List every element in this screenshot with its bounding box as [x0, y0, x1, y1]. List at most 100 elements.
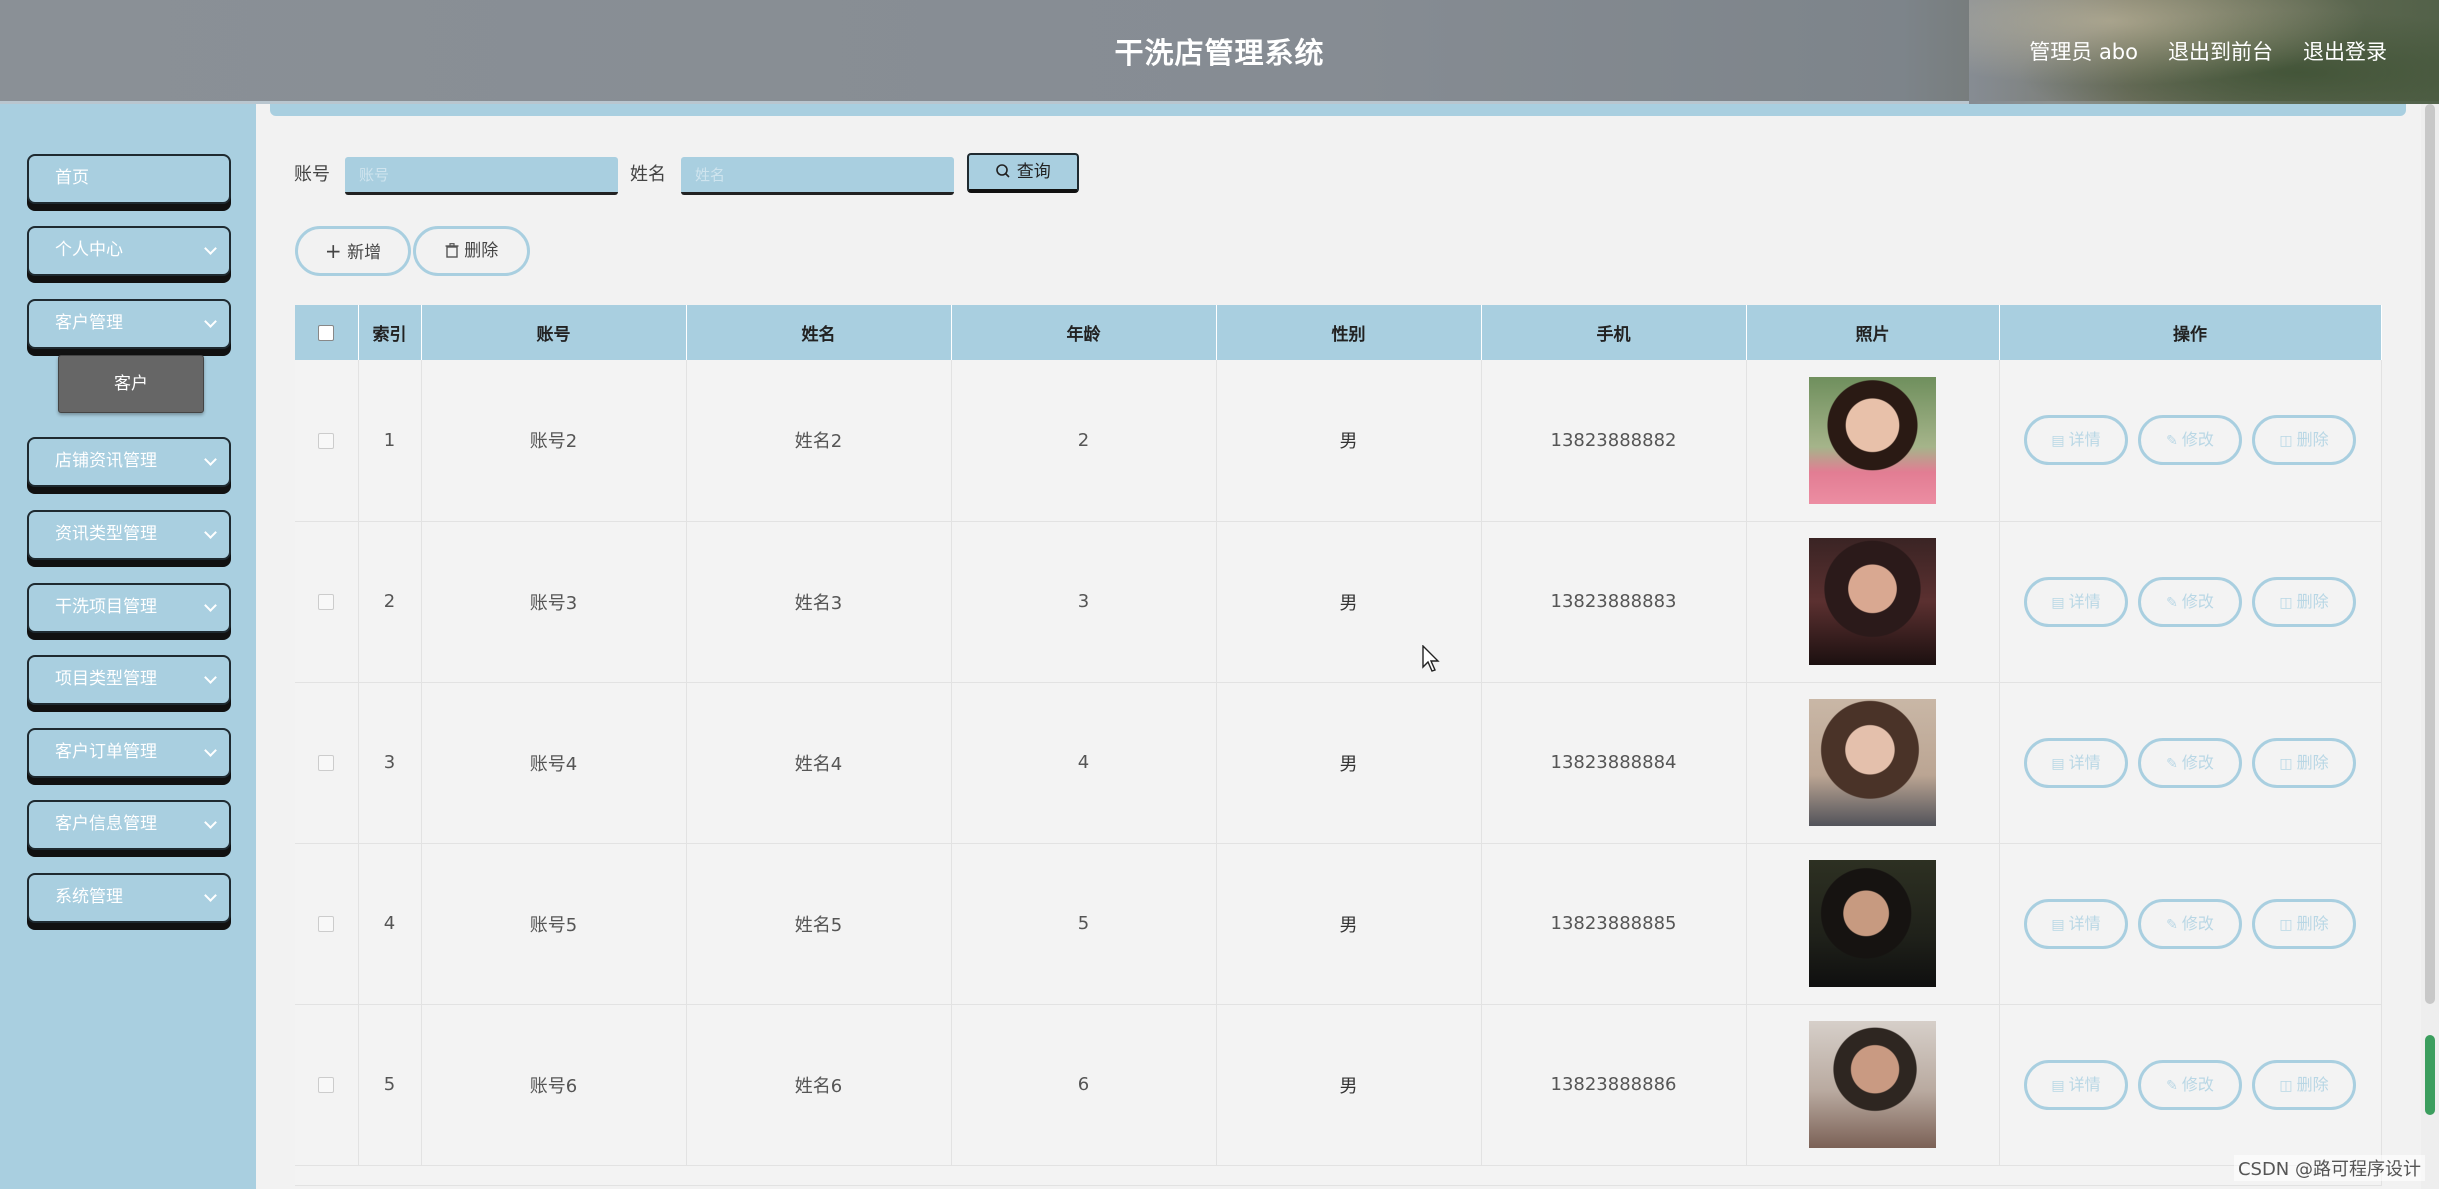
trash-icon: ◫ — [2279, 433, 2293, 450]
trash-icon: ◫ — [2279, 1077, 2293, 1094]
add-button[interactable]: + 新增 — [295, 226, 411, 276]
delete-label: 删除 — [2296, 1074, 2329, 1094]
query-button[interactable]: 查询 — [967, 153, 1079, 193]
edit-button[interactable]: ✎ 修改 — [2138, 737, 2242, 788]
document-icon: ▤ — [2051, 916, 2065, 933]
cell-gender: 男 — [1216, 843, 1482, 1005]
row-select-cell[interactable] — [295, 682, 359, 844]
customer-photo[interactable] — [1809, 860, 1936, 987]
logout-link[interactable]: 退出登录 — [2303, 36, 2387, 66]
row-checkbox[interactable] — [318, 432, 335, 449]
detail-button[interactable]: ▤ 详情 — [2024, 1059, 2128, 1110]
row-checkbox[interactable] — [318, 755, 335, 771]
account-search-input[interactable] — [345, 157, 618, 195]
name-search-input[interactable] — [681, 157, 954, 195]
detail-button[interactable]: ▤ 详情 — [2024, 415, 2128, 466]
detail-label: 详情 — [2068, 752, 2101, 772]
detail-label: 详情 — [2068, 1074, 2101, 1094]
sidebar-item-home[interactable]: 首页 — [27, 154, 231, 204]
column-header: 操作 — [1999, 305, 2382, 360]
document-icon: ▤ — [2051, 1077, 2065, 1094]
delete-button[interactable]: ◫ 删除 — [2252, 576, 2356, 627]
mouse-cursor-icon — [1422, 645, 1440, 672]
header-nav: 管理员 abo 退出到前台 退出登录 — [2029, 36, 2387, 66]
sidebar-item-shop-news[interactable]: 店铺资讯管理 — [27, 437, 231, 487]
sidebar: 首页 个人中心 客户管理 客户 店铺资讯管理 资讯类型管理 干洗项目管理 项目类… — [0, 104, 256, 1189]
batch-delete-button[interactable]: 删除 — [413, 226, 530, 276]
edit-button[interactable]: ✎ 修改 — [2138, 415, 2242, 466]
trash-icon: ◫ — [2279, 916, 2293, 933]
row-select-cell[interactable] — [295, 360, 359, 522]
cell-account: 账号2 — [421, 360, 687, 522]
cell-name: 姓名3 — [686, 521, 952, 683]
trash-icon — [445, 243, 459, 258]
column-header: 账号 — [421, 305, 687, 360]
cell-phone: 13823888885 — [1481, 843, 1747, 1005]
scroll-indicator — [2425, 1035, 2435, 1115]
row-checkbox[interactable] — [318, 594, 335, 610]
cell-actions: ▤ 详情 ✎ 修改 ◫ 删除 — [1999, 360, 2382, 522]
delete-button[interactable]: ◫ 删除 — [2252, 415, 2356, 466]
chevron-down-icon — [204, 599, 217, 612]
cell-photo — [1746, 521, 2000, 683]
delete-button[interactable]: ◫ 删除 — [2252, 1059, 2356, 1110]
cell-age: 6 — [951, 1004, 1217, 1166]
detail-label: 详情 — [2068, 591, 2101, 611]
sidebar-item-news-type[interactable]: 资讯类型管理 — [27, 510, 231, 560]
customer-photo[interactable] — [1809, 1021, 1936, 1148]
edit-button[interactable]: ✎ 修改 — [2138, 898, 2242, 949]
cell-age: 3 — [951, 521, 1217, 683]
cell-phone: 13823888882 — [1481, 360, 1747, 522]
column-header: 性别 — [1216, 305, 1482, 360]
detail-button[interactable]: ▤ 详情 — [2024, 576, 2128, 627]
page-scrollbar[interactable] — [2421, 104, 2439, 1189]
column-header: 姓名 — [686, 305, 952, 360]
edit-button[interactable]: ✎ 修改 — [2138, 1059, 2242, 1110]
scrollbar-thumb[interactable] — [2425, 104, 2435, 1004]
customer-photo[interactable] — [1809, 376, 1936, 504]
cell-phone: 13823888883 — [1481, 521, 1747, 683]
sidebar-item-label: 干洗项目管理 — [55, 597, 157, 617]
row-select-cell[interactable] — [295, 1004, 359, 1166]
sidebar-item-personal-center[interactable]: 个人中心 — [27, 226, 231, 276]
sidebar-item-label: 个人中心 — [55, 240, 123, 260]
row-checkbox[interactable] — [318, 1077, 335, 1093]
row-select-cell[interactable] — [295, 843, 359, 1005]
sidebar-item-customer-orders[interactable]: 客户订单管理 — [27, 728, 231, 778]
sidebar-item-customer-info[interactable]: 客户信息管理 — [27, 800, 231, 850]
delete-button[interactable]: ◫ 删除 — [2252, 737, 2356, 788]
delete-button[interactable]: ◫ 删除 — [2252, 898, 2356, 949]
select-all-header[interactable] — [295, 305, 359, 360]
sidebar-item-item-type[interactable]: 项目类型管理 — [27, 655, 231, 705]
customer-photo[interactable] — [1809, 538, 1936, 665]
cell-account: 账号5 — [421, 843, 687, 1005]
sidebar-item-customer-management[interactable]: 客户管理 — [27, 299, 231, 349]
detail-button[interactable]: ▤ 详情 — [2024, 737, 2128, 788]
sidebar-subitem-customer[interactable]: 客户 — [58, 355, 204, 413]
sidebar-item-label: 项目类型管理 — [55, 669, 157, 689]
chevron-down-icon — [204, 315, 217, 328]
sidebar-item-dry-clean-items[interactable]: 干洗项目管理 — [27, 583, 231, 633]
table-row-partial — [295, 1165, 2382, 1186]
search-icon — [996, 164, 1010, 178]
sidebar-item-label: 资讯类型管理 — [55, 524, 157, 544]
cell-actions: ▤ 详情 ✎ 修改 ◫ 删除 — [1999, 843, 2382, 1005]
detail-label: 详情 — [2068, 913, 2101, 933]
row-checkbox[interactable] — [318, 916, 335, 932]
row-select-cell[interactable] — [295, 521, 359, 683]
edit-button[interactable]: ✎ 修改 — [2138, 576, 2242, 627]
cell-index: 3 — [358, 682, 422, 844]
customer-photo[interactable] — [1809, 699, 1936, 826]
exit-to-frontend-link[interactable]: 退出到前台 — [2168, 36, 2273, 66]
cell-name: 姓名4 — [686, 682, 952, 844]
column-header: 照片 — [1746, 305, 2000, 360]
sidebar-item-system[interactable]: 系统管理 — [27, 873, 231, 923]
sidebar-item-label: 系统管理 — [55, 887, 123, 907]
column-header: 年龄 — [951, 305, 1217, 360]
pencil-icon: ✎ — [2166, 594, 2178, 611]
detail-button[interactable]: ▤ 详情 — [2024, 898, 2128, 949]
select-all-checkbox[interactable] — [318, 324, 335, 341]
edit-label: 修改 — [2181, 752, 2214, 772]
chevron-down-icon — [204, 453, 217, 466]
admin-user-label[interactable]: 管理员 abo — [2029, 36, 2138, 66]
